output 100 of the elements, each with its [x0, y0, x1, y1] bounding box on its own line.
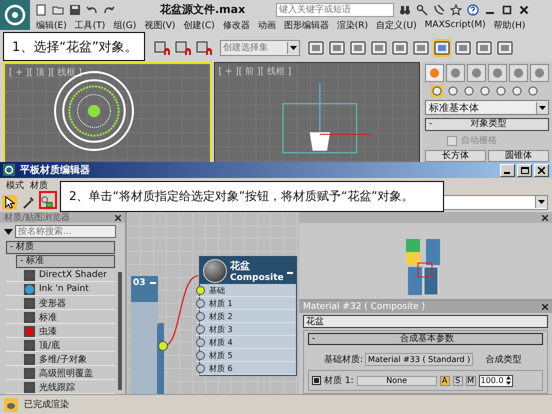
close-icon[interactable] — [542, 214, 548, 220]
close-icon[interactable] — [518, 4, 530, 16]
node-view[interactable]: 03 花盆 Composite 基础 材质 1 材质 2 材质 3 材质 4 材质 5 材质 6 — [127, 212, 299, 394]
input-socket[interactable] — [196, 338, 205, 346]
panel-title: Material #32 ( Composite ) — [303, 302, 426, 312]
material-item[interactable]: 顶/底 — [6, 339, 115, 352]
spinner-arrows-icon — [506, 376, 511, 385]
node-title: 03 — [133, 278, 146, 290]
spinner-snap-icon[interactable] — [174, 38, 192, 57]
input-socket[interactable] — [196, 298, 205, 308]
percent-snap-icon[interactable] — [153, 38, 171, 57]
material-item[interactable]: 多维/子对象 — [6, 353, 115, 366]
menu-item[interactable]: 动画 — [258, 18, 276, 32]
field-label: 基础材质: — [324, 354, 364, 366]
app-logo-icon[interactable] — [0, 0, 30, 30]
base-material-button[interactable]: Material #33 ( Standard ) — [365, 353, 474, 366]
callout: 2、单击“将材质指定给选定对象”按钮，将材质赋予“花盆”对象。 — [60, 181, 444, 212]
group-header[interactable]: - 材质 — [6, 241, 115, 254]
category-dropdown[interactable]: 标准基本体 — [425, 100, 549, 115]
close-button[interactable] — [534, 164, 549, 176]
slot-label: 基础 — [209, 284, 225, 296]
object-button[interactable]: 圆锥体 — [488, 150, 549, 162]
search-field[interactable]: 键入关键字或短语 — [276, 2, 394, 16]
input-socket[interactable] — [196, 286, 205, 294]
search-field[interactable]: 按名称搜索... — [15, 225, 116, 238]
material-item[interactable]: 光线跟踪 — [6, 381, 115, 394]
node-type: Composite — [230, 272, 284, 282]
select-arrow-icon[interactable] — [2, 194, 17, 210]
save-icon[interactable] — [69, 4, 81, 16]
mode-button[interactable]: M — [466, 376, 476, 386]
menu-item[interactable]: 图形编辑器 — [284, 18, 329, 32]
rollout-header[interactable]: - 合成基本参数 — [308, 333, 543, 345]
amount-spinner[interactable]: 100.0 — [478, 374, 513, 386]
dropdown-button[interactable] — [287, 42, 299, 54]
redo-icon[interactable] — [103, 4, 115, 16]
dropdown-arrow-icon — [538, 200, 545, 204]
material-button[interactable]: None — [356, 376, 437, 386]
close-icon[interactable] — [542, 304, 548, 310]
rollout-title: 合成基本参数 — [400, 334, 454, 344]
checkbox-label: 自动栅格 — [461, 134, 497, 147]
menu-item[interactable]: 编辑(E) — [36, 18, 67, 32]
menu-item[interactable]: 模式 — [6, 178, 24, 192]
input-socket[interactable] — [196, 312, 205, 320]
close-icon[interactable] — [115, 214, 121, 220]
input-socket[interactable] — [196, 324, 205, 334]
edit-selection-icon[interactable] — [195, 38, 213, 57]
help-icon[interactable] — [467, 4, 479, 16]
input-socket[interactable] — [196, 364, 205, 372]
collapse-toggle[interactable]: - — [312, 334, 316, 344]
menu-item[interactable]: 帮助(H) — [494, 18, 526, 32]
undo-icon[interactable] — [86, 4, 98, 16]
eyedropper-icon[interactable] — [21, 194, 36, 210]
collapse-toggle[interactable]: - — [429, 119, 432, 130]
checkbox[interactable] — [312, 376, 321, 385]
material-node[interactable]: 03 — [131, 276, 158, 394]
slot-label: 材质 2 — [209, 310, 233, 322]
dropdown[interactable] — [442, 194, 548, 210]
checkbox[interactable] — [447, 136, 457, 146]
output-socket[interactable] — [158, 341, 168, 351]
rollout-header[interactable]: - 对象类型 — [425, 118, 549, 131]
menu-item[interactable]: MAXScript(M) — [424, 20, 486, 30]
folder-icon[interactable] — [52, 4, 64, 16]
menu-item[interactable]: 自定义(U) — [376, 18, 417, 32]
menu-item[interactable]: 创建(C) — [183, 18, 215, 32]
slot-label: 材质 4 — [209, 336, 233, 348]
dropdown-arrow-icon[interactable] — [4, 228, 13, 234]
slot-label: 材质 1 — [209, 298, 233, 308]
callout: 1、选择“花盆”对象。 — [3, 32, 145, 61]
material-node[interactable]: 花盆 Composite 基础 材质 1 材质 2 材质 3 材质 4 材质 5 材质 6 — [199, 256, 297, 376]
material-item[interactable]: 变形器 — [6, 297, 115, 310]
material-item[interactable]: 虫漆 — [6, 325, 115, 338]
menu-item[interactable]: 渲染(R) — [336, 18, 368, 32]
slot-label: 材质 5 — [209, 350, 233, 360]
material-item[interactable]: 标准 — [6, 311, 115, 324]
menu-item[interactable]: 材质 — [30, 178, 48, 192]
mode-button[interactable]: S — [452, 376, 463, 386]
input-socket[interactable] — [196, 350, 205, 360]
object-button[interactable]: 长方体 — [425, 150, 486, 162]
maximize-icon[interactable] — [501, 4, 513, 16]
group-header[interactable]: - 标准 — [16, 255, 115, 268]
mode-button[interactable]: A — [440, 376, 450, 386]
material-item[interactable]: 高级照明覆盖 — [6, 367, 115, 380]
material-item[interactable]: Ink 'n Paint — [6, 283, 115, 296]
minimize-button[interactable] — [500, 164, 515, 176]
highlight-frame — [39, 191, 57, 209]
menu-item[interactable]: 组(G) — [113, 18, 136, 32]
menu-item[interactable]: 工具(T) — [74, 18, 106, 32]
name-field[interactable]: 花盆 — [303, 315, 548, 328]
assign-material-icon[interactable] — [40, 194, 55, 210]
material-item[interactable]: DirectX Shader — [6, 269, 115, 282]
new-file-icon[interactable] — [35, 4, 47, 16]
status-text: 已完成渲染 — [24, 398, 69, 411]
maximize-button[interactable] — [517, 164, 532, 176]
binoculars-icon[interactable] — [399, 4, 411, 16]
menu-item[interactable]: 修改器 — [222, 18, 250, 32]
menu-item[interactable]: 视图(V) — [144, 18, 176, 32]
material-sphere-icon — [203, 258, 227, 282]
sphere-icon[interactable] — [431, 85, 443, 97]
field-label: 合成类型 — [485, 354, 522, 366]
app-logo-icon — [3, 164, 15, 176]
